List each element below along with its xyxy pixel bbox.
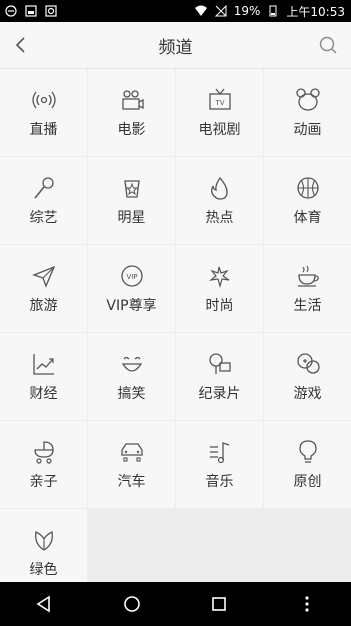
minus-circle-icon (4, 4, 18, 18)
search-icon (319, 36, 337, 54)
channel-label: 生活 (293, 297, 322, 314)
sparkle-icon (208, 266, 229, 288)
tv-icon: TV (208, 88, 231, 110)
page-title: 频道 (158, 37, 193, 58)
channel-item[interactable]: 音乐 (176, 421, 263, 508)
battery-icon (266, 4, 280, 18)
movie-icon (121, 89, 144, 110)
channel-label: 时尚 (205, 297, 234, 314)
channel-label: 亲子 (29, 473, 58, 490)
channel-item[interactable]: 时尚 (176, 245, 263, 332)
channel-item[interactable]: 动画 (264, 69, 351, 156)
channel-label: 财经 (29, 385, 58, 402)
camera-notification-icon (44, 4, 58, 18)
channel-label: 体育 (293, 209, 322, 226)
channel-label: VIP尊享 (106, 297, 157, 314)
car-icon (120, 442, 143, 462)
channel-label: 音乐 (205, 473, 234, 490)
channel-label: 绿色 (29, 561, 58, 578)
search-button[interactable] (315, 32, 341, 58)
channel-label: 旅游 (29, 297, 58, 314)
channel-item[interactable]: TV 电视剧 (176, 69, 263, 156)
channel-label: 电视剧 (198, 121, 241, 138)
paper-plane-icon (31, 265, 55, 288)
channel-label: 直播 (29, 121, 58, 138)
smile-icon (121, 356, 142, 372)
microphone-icon (33, 176, 54, 198)
channel-label: 动画 (293, 121, 322, 138)
gamepad-icon (296, 352, 320, 374)
channel-label: 原创 (293, 473, 322, 490)
navigation-bar (0, 582, 351, 626)
star-icon (123, 179, 140, 198)
flame-icon (210, 176, 228, 200)
channel-item[interactable]: 体育 (264, 157, 351, 244)
channel-item[interactable]: 直播 (0, 69, 87, 156)
svg-text:TV: TV (214, 99, 224, 107)
channel-grid: 直播 电影 TV 电视剧 动画 综艺 明星 热点 体育 旅游 VIP VIP尊享… (0, 69, 351, 596)
wifi-icon (194, 4, 208, 18)
channel-item[interactable]: 生活 (264, 245, 351, 332)
no-signal-icon (214, 4, 228, 18)
channel-item[interactable]: 亲子 (0, 421, 87, 508)
triangle-back-icon (36, 595, 50, 613)
lightbulb-icon (298, 439, 317, 463)
live-icon (31, 91, 56, 108)
channel-item[interactable]: 电影 (88, 69, 175, 156)
channel-label: 热点 (205, 209, 234, 226)
nav-menu-button[interactable] (287, 584, 327, 624)
channel-item[interactable]: 汽车 (88, 421, 175, 508)
channel-label: 综艺 (29, 209, 58, 226)
channel-item[interactable]: 财经 (0, 333, 87, 420)
leaf-icon (34, 530, 53, 551)
channel-item[interactable]: 搞笑 (88, 333, 175, 420)
status-time: 上午10:53 (286, 4, 345, 19)
coffee-icon (297, 265, 319, 287)
channel-item[interactable]: 纪录片 (176, 333, 263, 420)
image-notification-icon (24, 4, 38, 18)
header: 频道 (0, 22, 351, 69)
channel-label: 电影 (117, 121, 146, 138)
channel-label: 汽车 (117, 473, 146, 490)
channel-item[interactable]: 原创 (264, 421, 351, 508)
channel-item[interactable]: 明星 (88, 157, 175, 244)
circle-home-icon (123, 596, 140, 612)
channel-label: 纪录片 (198, 385, 241, 402)
svg-text:VIP: VIP (126, 273, 137, 281)
stroller-icon (33, 440, 54, 464)
animation-icon (295, 87, 320, 111)
channel-item[interactable]: 游戏 (264, 333, 351, 420)
channel-item[interactable]: 热点 (176, 157, 263, 244)
documentary-icon (208, 352, 231, 374)
more-vertical-icon (305, 596, 309, 612)
channel-item[interactable]: 旅游 (0, 245, 87, 332)
back-button[interactable] (8, 32, 34, 58)
chevron-left-icon (15, 37, 25, 53)
music-icon (209, 441, 229, 463)
battery-percent: 19% (233, 4, 261, 18)
channel-item[interactable]: 综艺 (0, 157, 87, 244)
finance-chart-icon (32, 353, 54, 375)
channel-item[interactable]: VIP VIP尊享 (88, 245, 175, 332)
nav-home-button[interactable] (112, 584, 152, 624)
nav-recents-button[interactable] (199, 584, 239, 624)
channel-label: 游戏 (293, 385, 322, 402)
square-recents-icon (212, 597, 227, 611)
vip-icon: VIP (120, 264, 143, 287)
nav-back-button[interactable] (24, 584, 64, 624)
channel-label: 明星 (117, 209, 146, 226)
status-bar: 19% 上午10:53 (0, 0, 351, 22)
basketball-icon (296, 176, 319, 199)
channel-label: 搞笑 (117, 385, 146, 402)
